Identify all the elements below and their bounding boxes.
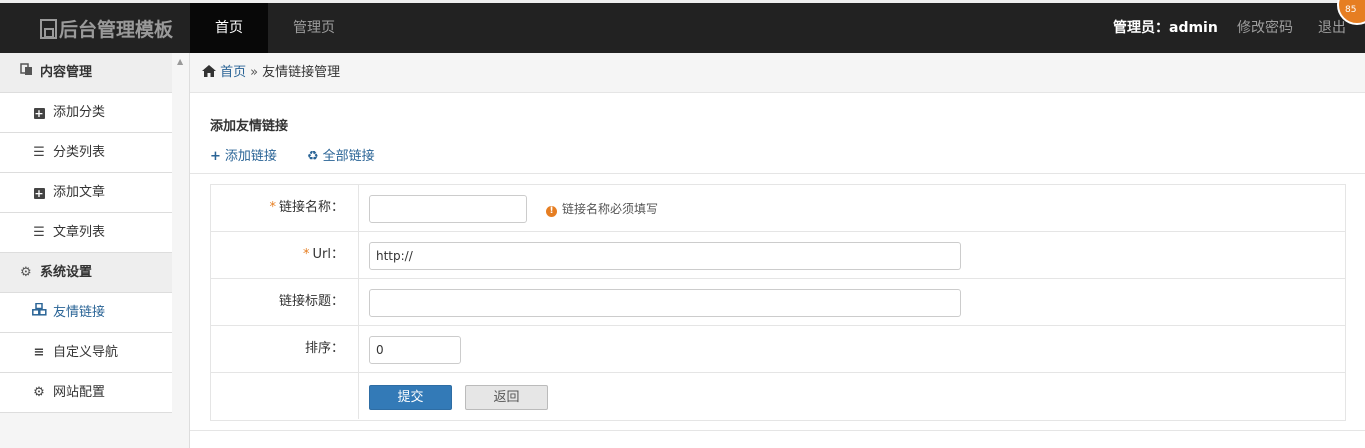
sidebar-item-article-list[interactable]: ☰ 文章列表	[0, 213, 172, 253]
home-icon	[202, 65, 220, 80]
add-link-label: 添加链接	[224, 149, 277, 164]
form-row-actions: 提交 返回	[211, 373, 1345, 420]
name-label-text: 链接名称：	[278, 200, 344, 215]
sidebar-item-custom-nav[interactable]: ≡ 自定义导航	[0, 333, 172, 373]
all-links-label: 全部链接	[322, 149, 375, 164]
add-link-button[interactable]: + 添加链接	[210, 145, 277, 164]
divider	[190, 173, 1365, 174]
name-hint: ! 链接名称必须填写	[546, 200, 658, 217]
sidebar-section-label: 内容管理	[40, 65, 93, 80]
actions-label-cell	[211, 373, 359, 419]
recycle-icon: ♻	[307, 149, 319, 164]
panel-title: 添加友情链接	[210, 119, 289, 134]
sidebar-item-friend-links[interactable]: 友情链接	[0, 293, 172, 333]
link-form: *链接名称： !链接名称必须填写 *Url： 链接标题： 排序： 提交 返回	[210, 184, 1346, 421]
sidebar-item-label: 添加分类	[53, 105, 106, 120]
cubes-icon	[32, 293, 47, 333]
link-title-input[interactable]	[369, 289, 961, 317]
plus-square-icon: +	[33, 107, 45, 120]
list-icon: ☰	[33, 145, 45, 160]
name-label: * 链接名称：	[211, 185, 359, 231]
plus-icon: +	[210, 149, 221, 164]
scroll-up-arrow-icon[interactable]: ▲	[177, 57, 183, 66]
order-input[interactable]	[369, 336, 461, 364]
app-logo[interactable]: 后台管理模板	[40, 15, 173, 42]
copy-icon	[20, 53, 34, 93]
logo-mark-icon	[40, 19, 57, 39]
admin-username: 管理员：admin	[1113, 20, 1218, 36]
form-row-title: 链接标题：	[211, 279, 1345, 326]
sidebar-section-settings[interactable]: ⚙ 系统设置	[0, 253, 172, 293]
corner-badge-text: 85	[1345, 5, 1357, 15]
sidebar-item-label: 文章列表	[53, 225, 106, 240]
sidebar-item-label: 添加文章	[53, 185, 106, 200]
form-row-name: * 链接名称： ! 链接名称必须填写	[211, 185, 1345, 232]
sidebar: ▲ 内容管理 + 添加分类 ☰ 分类列表 + 添加文章 ☰ 文章列表 ⚙ 系统设置 友情链…	[0, 53, 190, 448]
order-label: 排序：	[211, 326, 359, 372]
sidebar-item-site-config[interactable]: ⚙ 网站配置	[0, 373, 172, 413]
sidebar-section-content[interactable]: 内容管理	[0, 53, 172, 93]
url-label-text: Url：	[312, 247, 344, 262]
submit-button[interactable]: 提交	[369, 385, 452, 410]
gear-icon: ⚙	[20, 265, 32, 280]
top-navbar: 后台管理模板 首页 管理页 管理员：admin 修改密码 退出 85	[0, 0, 1365, 53]
form-row-order: 排序：	[211, 326, 1345, 373]
sidebar-section-label: 系统设置	[40, 265, 93, 280]
name-hint-text: 链接名称必须填写	[562, 202, 659, 216]
main-content: 添加友情链接 + 添加链接 ♻ 全部链接 * 链接名称： ! 链接名称必须填写 * Url…	[190, 93, 1365, 448]
sidebar-item-label: 友情链接	[53, 305, 106, 320]
breadcrumb-current: 友情链接管理	[262, 65, 341, 80]
form-row-url: * Url：	[211, 232, 1345, 279]
sidebar-item-label: 网站配置	[53, 385, 106, 400]
url-input[interactable]	[369, 242, 961, 270]
all-links-button[interactable]: ♻ 全部链接	[307, 145, 375, 164]
gears-icon: ⚙	[33, 385, 45, 400]
bars-icon: ≡	[33, 345, 45, 360]
plus-square-icon: +	[33, 187, 45, 200]
title-label: 链接标题：	[211, 279, 359, 325]
link-name-input[interactable]	[369, 195, 527, 223]
nav-tab-manage[interactable]: 管理页	[268, 3, 360, 53]
breadcrumb-separator: »	[250, 65, 259, 80]
breadcrumb: 首页 » 友情链接管理	[190, 53, 1365, 93]
change-password-link[interactable]: 修改密码	[1237, 3, 1293, 53]
exclamation-icon: !	[546, 206, 557, 217]
divider	[190, 430, 1365, 431]
sidebar-item-category-list[interactable]: ☰ 分类列表	[0, 133, 172, 173]
sidebar-item-add-article[interactable]: + 添加文章	[0, 173, 172, 213]
required-mark: *	[269, 200, 276, 215]
breadcrumb-home-link[interactable]: 首页	[220, 65, 246, 80]
required-mark: *	[303, 247, 310, 262]
sidebar-item-label: 自定义导航	[53, 345, 119, 360]
nav-tab-home[interactable]: 首页	[190, 3, 268, 53]
sidebar-item-add-category[interactable]: + 添加分类	[0, 93, 172, 133]
sidebar-item-label: 分类列表	[53, 145, 106, 160]
logo-text: 后台管理模板	[59, 19, 174, 41]
url-label: * Url：	[211, 232, 359, 278]
back-button[interactable]: 返回	[465, 385, 548, 410]
list-icon: ☰	[33, 225, 45, 240]
